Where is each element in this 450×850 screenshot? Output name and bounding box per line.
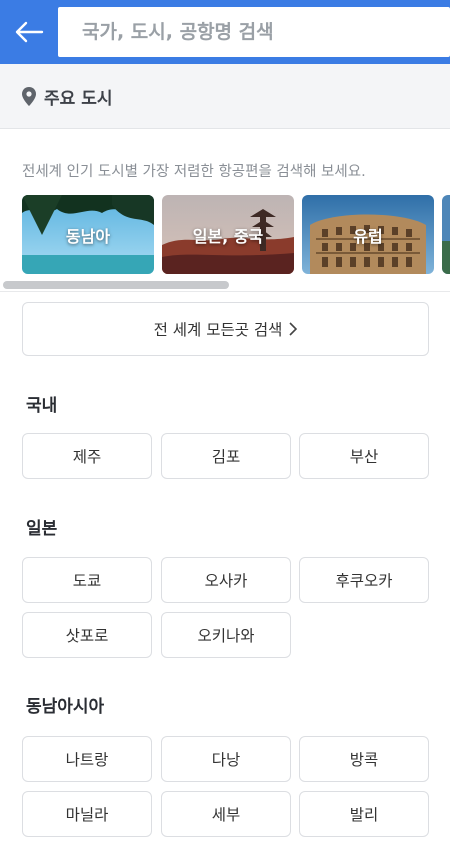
chevron-right-icon — [288, 322, 298, 336]
city-button[interactable]: 마닐라 — [22, 791, 152, 837]
city-button[interactable]: 방콕 — [299, 736, 429, 782]
search-input[interactable] — [82, 21, 450, 43]
city-button[interactable]: 후쿠오카 — [299, 557, 429, 603]
city-button[interactable]: 오사카 — [161, 557, 291, 603]
group-title-domestic: 국내 — [26, 396, 58, 416]
back-button[interactable] — [10, 12, 48, 52]
intro-text: 전세계 인기 도시별 가장 저렴한 항공편을 검색해 보세요. — [22, 164, 366, 180]
search-all-button[interactable]: 전 세계 모든곳 검색 — [22, 302, 429, 356]
scrollbar-thumb[interactable] — [3, 281, 229, 289]
arrow-left-icon — [15, 21, 44, 43]
region-label: 동남아 — [65, 226, 111, 246]
city-button[interactable]: 삿포로 — [22, 612, 152, 658]
region-carousel[interactable]: 동남아 일본, 중국 유럽 — [22, 195, 450, 275]
group-title-southeast-asia: 동남아시아 — [26, 697, 105, 717]
city-button[interactable]: 다낭 — [161, 736, 291, 782]
region-card-japan-china[interactable]: 일본, 중국 — [162, 195, 294, 274]
location-pin-icon — [22, 86, 38, 106]
city-button[interactable]: 세부 — [161, 791, 291, 837]
region-label: 유럽 — [353, 226, 383, 246]
city-button[interactable]: 김포 — [161, 433, 291, 479]
landscape-image — [442, 195, 450, 274]
carousel-scrollbar[interactable] — [0, 278, 450, 292]
search-box[interactable] — [58, 7, 450, 57]
region-card-southeast-asia[interactable]: 동남아 — [22, 195, 154, 274]
city-button[interactable]: 도쿄 — [22, 557, 152, 603]
city-button[interactable]: 나트랑 — [22, 736, 152, 782]
group-title-japan: 일본 — [26, 519, 58, 539]
search-all-label: 전 세계 모든곳 검색 — [153, 321, 283, 339]
top-search-bar — [0, 0, 450, 64]
region-card-next[interactable] — [442, 195, 450, 274]
section-header: 주요 도시 — [0, 64, 450, 129]
region-card-europe[interactable]: 유럽 — [302, 195, 434, 274]
city-button[interactable]: 제주 — [22, 433, 152, 479]
region-label: 일본, 중국 — [192, 226, 264, 246]
section-title: 주요 도시 — [44, 88, 113, 109]
city-button[interactable]: 발리 — [299, 791, 429, 837]
city-button[interactable]: 오키나와 — [161, 612, 291, 658]
city-button[interactable]: 부산 — [299, 433, 429, 479]
